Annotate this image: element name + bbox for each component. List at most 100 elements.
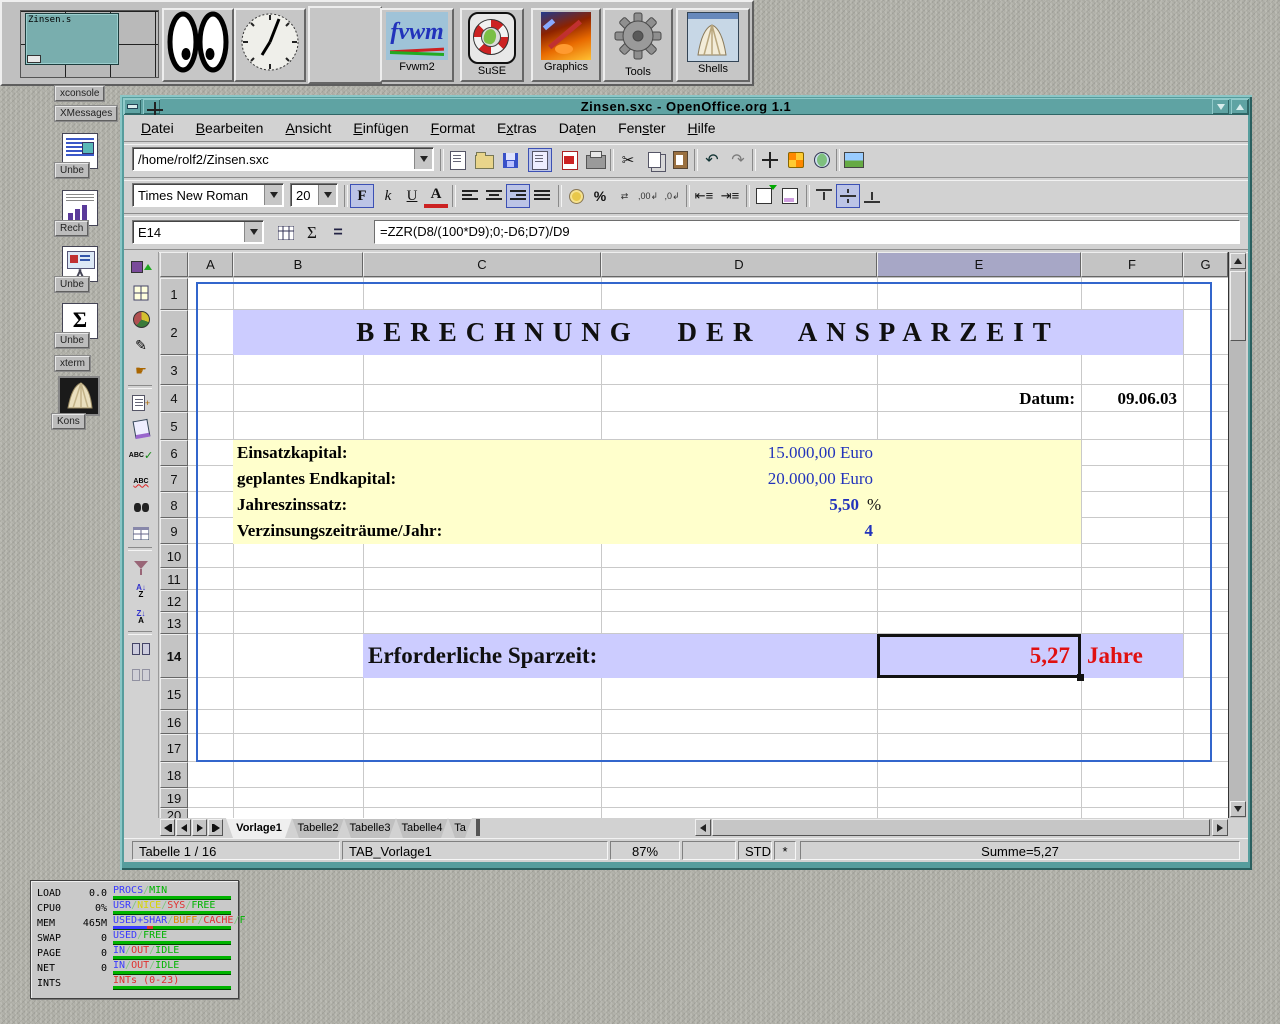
konsole-shell-icon[interactable]	[58, 376, 100, 416]
function-wizard-button[interactable]	[274, 221, 298, 245]
input-label[interactable]: Jahreszinssatz:	[237, 492, 347, 518]
row-header[interactable]: 20	[160, 808, 188, 818]
align-right-button[interactable]	[506, 184, 530, 208]
cut-button[interactable]: ✂	[616, 148, 640, 172]
virtual-desktop-pager[interactable]: Zinsen.s	[20, 10, 159, 78]
menu-format[interactable]: Format	[420, 118, 486, 138]
input-value[interactable]: 20.000,00 Euro	[601, 466, 873, 492]
input-label[interactable]: Einsatzkapital:	[237, 440, 348, 466]
iconified-writer-label[interactable]: Unbe	[55, 163, 89, 178]
auto-spellcheck-button[interactable]: ABC	[128, 469, 154, 493]
font-size-combobox[interactable]: 20	[290, 183, 338, 207]
row-header-selected[interactable]: 14	[160, 634, 188, 678]
standard-format-button[interactable]: ⇄	[612, 184, 636, 208]
background-color-button[interactable]	[778, 184, 802, 208]
font-name-dropdown[interactable]	[264, 185, 282, 205]
row-header[interactable]: 12	[160, 590, 188, 612]
row-header[interactable]: 15	[160, 678, 188, 710]
column-header-g[interactable]: G	[1183, 252, 1228, 277]
draw-functions-button[interactable]: ✎	[128, 333, 154, 357]
hyperlink-button[interactable]	[810, 148, 834, 172]
column-header-c[interactable]: C	[363, 252, 601, 277]
find-replace-button[interactable]	[128, 495, 154, 519]
undo-button[interactable]: ↶	[700, 148, 724, 172]
export-pdf-button[interactable]	[558, 148, 582, 172]
paste-button[interactable]	[668, 148, 692, 172]
row-header[interactable]: 10	[160, 544, 188, 568]
date-value-cell[interactable]: 09.06.03	[1081, 385, 1177, 412]
row-header[interactable]: 5	[160, 412, 188, 440]
horizontal-scrollbar[interactable]	[695, 819, 1228, 836]
launcher-graphics[interactable]: Graphics	[531, 8, 601, 82]
selected-cell-e14[interactable]: 5,27	[877, 634, 1081, 678]
align-bottom-button[interactable]	[860, 184, 884, 208]
sort-descending-button[interactable]: Z↓A	[128, 605, 154, 629]
insert-fields-button[interactable]: +	[128, 391, 154, 415]
select-all-corner[interactable]	[160, 252, 188, 277]
filter-button[interactable]	[128, 553, 154, 577]
bold-button[interactable]: F	[350, 184, 374, 208]
row-header[interactable]: 6	[160, 440, 188, 466]
spreadsheet-grid[interactable]: A B C D E F G 1 2 3 4 5 6 7 8 9 10 11 12	[160, 252, 1246, 818]
previous-sheet-button[interactable]	[176, 819, 191, 836]
insert-cells-button[interactable]	[128, 281, 154, 305]
row-header[interactable]: 3	[160, 355, 188, 385]
date-label-cell[interactable]: Datum:	[877, 385, 1075, 412]
iconified-calc-label[interactable]: Rech	[55, 221, 88, 236]
justify-button[interactable]	[530, 184, 554, 208]
input-value[interactable]: 5,50	[601, 492, 859, 518]
status-insert-mode[interactable]: STD	[738, 841, 772, 860]
vertical-scroll-thumb[interactable]	[1230, 271, 1246, 341]
sheet-tab-vorlage1[interactable]: Vorlage1	[226, 818, 292, 838]
url-combobox[interactable]: /home/rolf2/Zinsen.sxc	[132, 147, 434, 171]
spellcheck-button[interactable]: ABC✓	[128, 443, 154, 467]
iconify-button[interactable]	[1212, 99, 1229, 114]
iconified-xmessages[interactable]: XMessages	[55, 106, 117, 121]
row-header[interactable]: 18	[160, 762, 188, 788]
row-header[interactable]: 1	[160, 278, 188, 310]
result-label-cell[interactable]: Erforderliche Sparzeit:	[368, 634, 597, 678]
sheet-tab-tabelle2[interactable]: Tabelle2	[292, 818, 344, 838]
input-label[interactable]: Verzinsungszeiträume/Jahr:	[237, 518, 442, 544]
align-left-button[interactable]	[458, 184, 482, 208]
launcher-shells[interactable]: Shells	[676, 8, 750, 82]
cell-selection-handle[interactable]	[1077, 674, 1084, 681]
row-header[interactable]: 2	[160, 310, 188, 355]
iconified-impress-label[interactable]: Unbe	[55, 277, 89, 292]
menu-datei[interactable]: Datei	[130, 118, 185, 138]
formula-input[interactable]: =ZZR(D8/(100*D9);0;-D6;D7)/D9	[374, 220, 1240, 244]
align-top-button[interactable]	[812, 184, 836, 208]
menu-ansicht[interactable]: Ansicht	[274, 118, 342, 138]
redo-button[interactable]: ↷	[726, 148, 750, 172]
menu-fenster[interactable]: Fenster	[607, 118, 676, 138]
iconified-math-label[interactable]: Unbe	[55, 333, 89, 348]
menu-bearbeiten[interactable]: Bearbeiten	[185, 118, 275, 138]
menu-einfuegen[interactable]: Einfügen	[342, 118, 419, 138]
form-functions-button[interactable]: ☛	[128, 359, 154, 383]
font-color-button[interactable]: A	[424, 184, 448, 208]
navigator-button[interactable]	[758, 148, 782, 172]
font-size-dropdown[interactable]	[318, 185, 336, 205]
pager-mini-window[interactable]: Zinsen.s	[25, 13, 119, 65]
iconified-konsole-label[interactable]: Kons	[52, 414, 85, 429]
percent-format-button[interactable]: %	[588, 184, 612, 208]
insert-button[interactable]	[128, 255, 154, 279]
launcher-tools[interactable]: Tools	[603, 8, 673, 82]
scroll-right-button[interactable]	[1212, 819, 1228, 836]
status-zoom[interactable]: 87%	[610, 841, 680, 860]
function-button[interactable]: =	[326, 221, 350, 245]
group-button[interactable]	[128, 637, 154, 661]
underline-button[interactable]: U	[400, 184, 424, 208]
result-unit-cell[interactable]: Jahre	[1087, 634, 1143, 678]
vertical-scrollbar[interactable]	[1228, 252, 1246, 818]
cell-reference-dropdown[interactable]	[244, 222, 262, 242]
xeyes-button[interactable]	[162, 8, 234, 82]
row-header[interactable]: 16	[160, 710, 188, 734]
data-sources-button[interactable]	[128, 521, 154, 545]
row-header[interactable]: 19	[160, 788, 188, 808]
url-dropdown-button[interactable]	[414, 149, 432, 169]
sort-ascending-button[interactable]: A↓Z	[128, 579, 154, 603]
column-header-d[interactable]: D	[601, 252, 877, 277]
scroll-up-button[interactable]	[1230, 253, 1246, 269]
menu-hilfe[interactable]: Hilfe	[677, 118, 727, 138]
